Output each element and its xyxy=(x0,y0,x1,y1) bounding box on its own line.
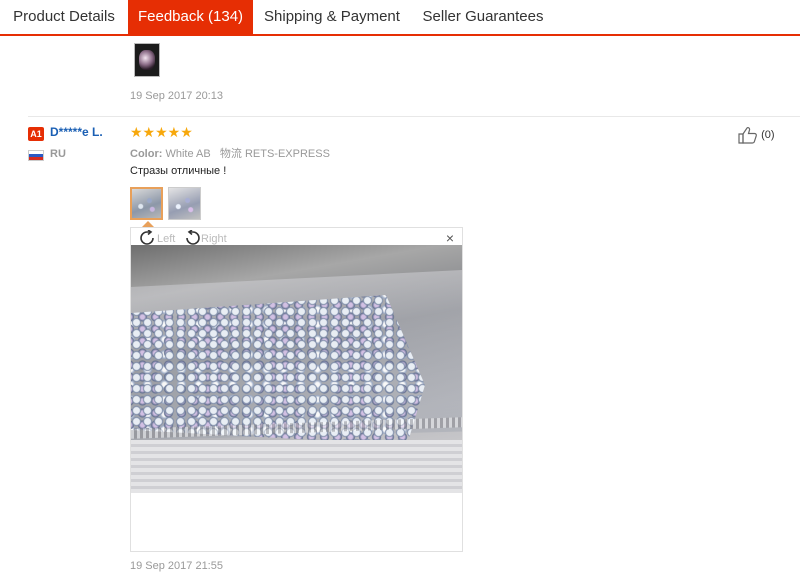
close-viewer-button[interactable]: × xyxy=(446,230,454,246)
reviewer-country: RU xyxy=(50,148,66,160)
russia-flag-icon xyxy=(28,150,44,161)
color-value: White AB xyxy=(165,148,211,160)
helpful-button[interactable]: (0) xyxy=(738,126,775,144)
rotate-right-label: Right xyxy=(201,233,227,245)
star-rating: ★★★★★ xyxy=(130,124,193,140)
tab-shipping-payment[interactable]: Shipping & Payment xyxy=(253,0,411,34)
rotate-left-label: Left xyxy=(157,233,176,245)
color-label: Color: xyxy=(130,148,163,160)
previous-review-date: 19 Sep 2017 20:13 xyxy=(130,90,223,102)
photo-viewer: Left Right × xyxy=(130,227,463,552)
rotate-left-button[interactable]: Left xyxy=(139,229,176,246)
helpful-count: (0) xyxy=(761,128,775,141)
feedback-page: Product Details Feedback (134) Shipping … xyxy=(0,0,800,581)
review-photo-thumbnail[interactable] xyxy=(130,187,163,220)
buyer-level-badge: A1 xyxy=(28,127,44,141)
tab-feedback[interactable]: Feedback (134) xyxy=(128,0,253,34)
shipping-label: 物流 xyxy=(219,148,242,160)
rotate-right-icon xyxy=(186,229,200,245)
tab-product-details[interactable]: Product Details xyxy=(0,0,128,34)
tab-bar: Product Details Feedback (134) Shipping … xyxy=(0,0,800,36)
review-text: Стразы отличные ! xyxy=(130,165,227,177)
reviewer-name: D*****e L. xyxy=(50,125,103,139)
tab-seller-guarantees[interactable]: Seller Guarantees xyxy=(411,0,555,34)
rotate-right-button[interactable]: Right xyxy=(183,229,227,246)
review-photo-thumbnail[interactable] xyxy=(168,187,201,220)
review-photo-large xyxy=(131,245,462,493)
review-meta: Color: White AB 物流 RETS-EXPRESS xyxy=(130,145,330,161)
review-date: 19 Sep 2017 21:55 xyxy=(130,560,223,572)
rotate-left-icon xyxy=(140,229,154,245)
previous-review-photo-thumbnail[interactable] xyxy=(134,43,160,77)
shipping-value: RETS-EXPRESS xyxy=(244,148,330,160)
thumbs-up-icon xyxy=(738,127,757,144)
review-divider xyxy=(28,116,800,117)
